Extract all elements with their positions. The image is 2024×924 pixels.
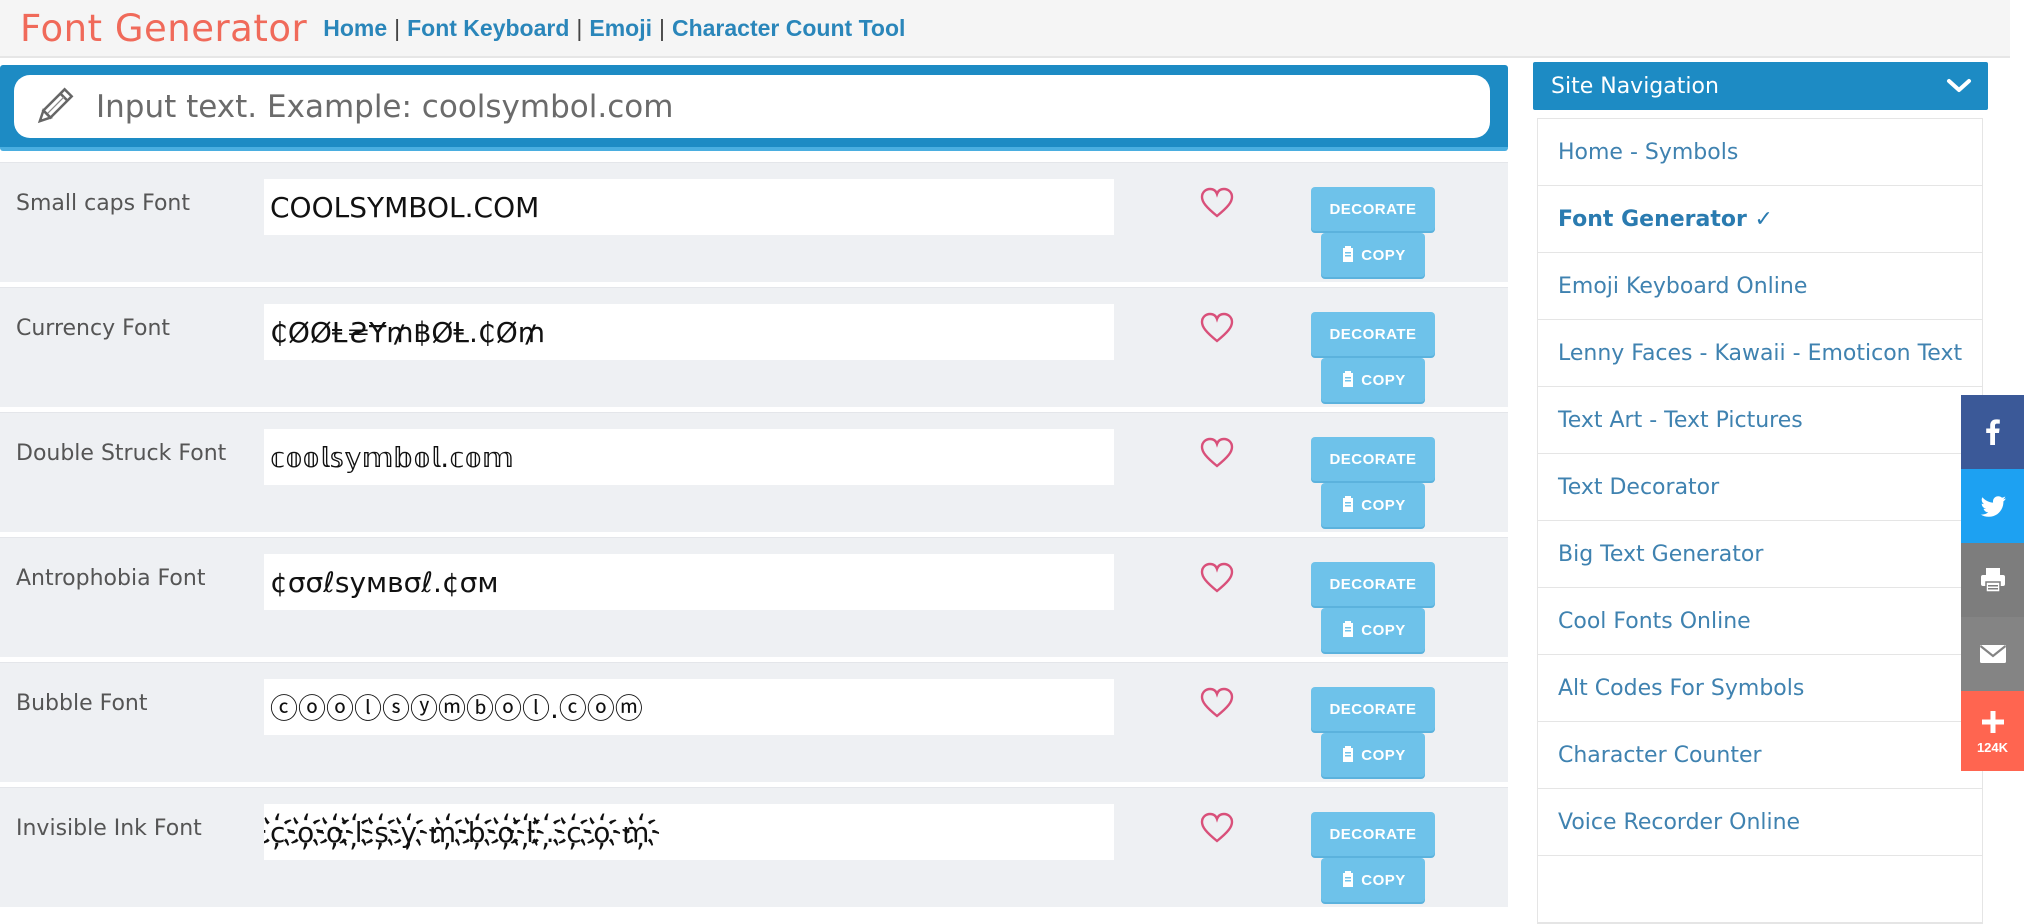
font-name: Bubble Font <box>16 691 148 716</box>
decorate-button[interactable]: DECORATE <box>1311 312 1435 356</box>
email-share-button[interactable] <box>1961 617 2024 691</box>
pencil-icon <box>37 87 74 123</box>
decorate-button[interactable]: DECORATE <box>1311 437 1435 481</box>
copy-label: COPY <box>1361 871 1406 889</box>
email-icon <box>1979 645 2006 663</box>
copy-button[interactable]: COPY <box>1321 483 1425 527</box>
sidebar-item-voice-recorder[interactable]: Voice Recorder Online <box>1538 789 1982 856</box>
copy-button[interactable]: COPY <box>1321 608 1425 652</box>
sidebar-item-text-art[interactable]: Text Art - Text Pictures <box>1538 387 1982 454</box>
heart-icon[interactable] <box>1200 312 1234 344</box>
heart-icon[interactable] <box>1200 437 1234 469</box>
text-input-container <box>14 75 1490 138</box>
more-share-button[interactable]: 124K <box>1961 691 2024 771</box>
copy-button[interactable]: COPY <box>1321 233 1425 277</box>
font-row: Bubble Font ⓒⓞⓞⓛⓢⓨⓜⓑⓞⓛ.ⓒⓞⓜ DECORATE COPY <box>0 662 1508 782</box>
chevron-down-icon[interactable] <box>1946 77 1972 95</box>
nav-separator: | <box>659 14 665 41</box>
heart-icon[interactable] <box>1200 812 1234 844</box>
site-navigation-list: Home - Symbols Font Generator ✓ Emoji Ke… <box>1537 118 1983 924</box>
font-name: Invisible Ink Font <box>16 816 202 841</box>
nav-link-emoji[interactable]: Emoji <box>589 15 652 42</box>
heart-icon[interactable] <box>1200 187 1234 219</box>
copy-button[interactable]: COPY <box>1321 733 1425 777</box>
sidebar-item-big-text-generator[interactable]: Big Text Generator <box>1538 521 1982 588</box>
facebook-share-button[interactable] <box>1961 395 2024 469</box>
font-output[interactable]: ₵ØØⱠ₴Ɏ₥฿ØⱠ.₵Ø₥ <box>264 304 1114 360</box>
copy-button[interactable]: COPY <box>1321 858 1425 902</box>
sidebar-item-cool-fonts[interactable]: Cool Fonts Online <box>1538 588 1982 655</box>
sidebar-item-home-symbols[interactable]: Home - Symbols <box>1538 119 1982 186</box>
font-name: Currency Font <box>16 316 171 341</box>
site-navigation-title: Site Navigation <box>1551 73 1719 99</box>
font-name: Double Struck Font <box>16 441 227 466</box>
clipboard-icon <box>1343 871 1354 887</box>
nav-separator: | <box>394 14 401 41</box>
top-nav: Home | Font Keyboard | Emoji | Character… <box>323 15 905 42</box>
decorate-button[interactable]: DECORATE <box>1311 562 1435 606</box>
sidebar-item-more[interactable] <box>1538 856 1982 923</box>
clipboard-icon <box>1343 246 1354 262</box>
twitter-icon <box>1980 496 2006 517</box>
font-name: Small caps Font <box>16 191 190 216</box>
copy-label: COPY <box>1361 746 1406 764</box>
copy-label: COPY <box>1361 371 1406 389</box>
print-icon <box>1980 568 2005 593</box>
clipboard-icon <box>1343 621 1354 637</box>
nav-link-character-count[interactable]: Character Count Tool <box>672 15 905 42</box>
copy-label: COPY <box>1361 496 1406 514</box>
copy-button[interactable]: COPY <box>1321 358 1425 402</box>
font-output[interactable]: c҉o҉o҉l҉s҉y҉m҉b҉o҉l҉.҉c҉o҉m҉ <box>264 804 1114 860</box>
input-panel <box>0 65 1508 151</box>
sidebar-item-text-decorator[interactable]: Text Decorator <box>1538 454 1982 521</box>
print-share-button[interactable] <box>1961 543 2024 617</box>
font-row: Antrophobia Font ¢σσℓѕумвσℓ.¢σм DECORATE… <box>0 537 1508 657</box>
font-output[interactable]: ¢σσℓѕумвσℓ.¢σм <box>264 554 1114 610</box>
clipboard-icon <box>1343 496 1354 512</box>
heart-icon[interactable] <box>1200 562 1234 594</box>
font-list: Small caps Font COOLSYMBOL.COM DECORATE … <box>0 162 1508 912</box>
font-row: Double Struck Font 𝕔𝕠𝕠𝕝𝕤𝕪𝕞𝕓𝕠𝕝.𝕔𝕠𝕞 DECORA… <box>0 412 1508 532</box>
font-row: Invisible Ink Font c҉o҉o҉l҉s҉y҉m҉b҉o҉l҉.… <box>0 787 1508 907</box>
nav-link-home[interactable]: Home <box>323 15 387 42</box>
share-count: 124K <box>1976 740 2009 755</box>
clipboard-icon <box>1343 371 1354 387</box>
font-row: Currency Font ₵ØØⱠ₴Ɏ₥฿ØⱠ.₵Ø₥ DECORATE CO… <box>0 287 1508 407</box>
facebook-icon <box>1985 419 2000 445</box>
site-navigation-sidebar: Site Navigation Home - Symbols Font Gene… <box>1533 62 1988 924</box>
copy-label: COPY <box>1361 621 1406 639</box>
sidebar-item-character-counter[interactable]: Character Counter <box>1538 722 1982 789</box>
nav-separator: | <box>576 14 583 41</box>
plus-icon <box>1981 711 2004 733</box>
nav-link-font-keyboard[interactable]: Font Keyboard <box>407 15 569 42</box>
decorate-button[interactable]: DECORATE <box>1311 812 1435 856</box>
share-bar: 124K <box>1961 395 2024 771</box>
site-navigation-header[interactable]: Site Navigation <box>1533 62 1988 110</box>
sidebar-item-alt-codes[interactable]: Alt Codes For Symbols <box>1538 655 1982 722</box>
twitter-share-button[interactable] <box>1961 469 2024 543</box>
decorate-button[interactable]: DECORATE <box>1311 687 1435 731</box>
font-name: Antrophobia Font <box>16 566 206 591</box>
site-logo-text[interactable]: Font Generator <box>20 7 307 50</box>
sidebar-item-emoji-keyboard[interactable]: Emoji Keyboard Online <box>1538 253 1982 320</box>
copy-label: COPY <box>1361 246 1406 264</box>
top-header: Font Generator Home | Font Keyboard | Em… <box>0 0 2010 58</box>
text-input[interactable] <box>96 88 1476 125</box>
sidebar-item-font-generator[interactable]: Font Generator ✓ <box>1538 186 1982 253</box>
font-output[interactable]: ⓒⓞⓞⓛⓢⓨⓜⓑⓞⓛ.ⓒⓞⓜ <box>264 679 1114 735</box>
font-row: Small caps Font COOLSYMBOL.COM DECORATE … <box>0 162 1508 282</box>
heart-icon[interactable] <box>1200 687 1234 719</box>
font-output[interactable]: 𝕔𝕠𝕠𝕝𝕤𝕪𝕞𝕓𝕠𝕝.𝕔𝕠𝕞 <box>264 429 1114 485</box>
font-output[interactable]: COOLSYMBOL.COM <box>264 179 1114 235</box>
sidebar-item-lenny-faces[interactable]: Lenny Faces - Kawaii - Emoticon Text <box>1538 320 1982 387</box>
decorate-button[interactable]: DECORATE <box>1311 187 1435 231</box>
clipboard-icon <box>1343 746 1354 762</box>
